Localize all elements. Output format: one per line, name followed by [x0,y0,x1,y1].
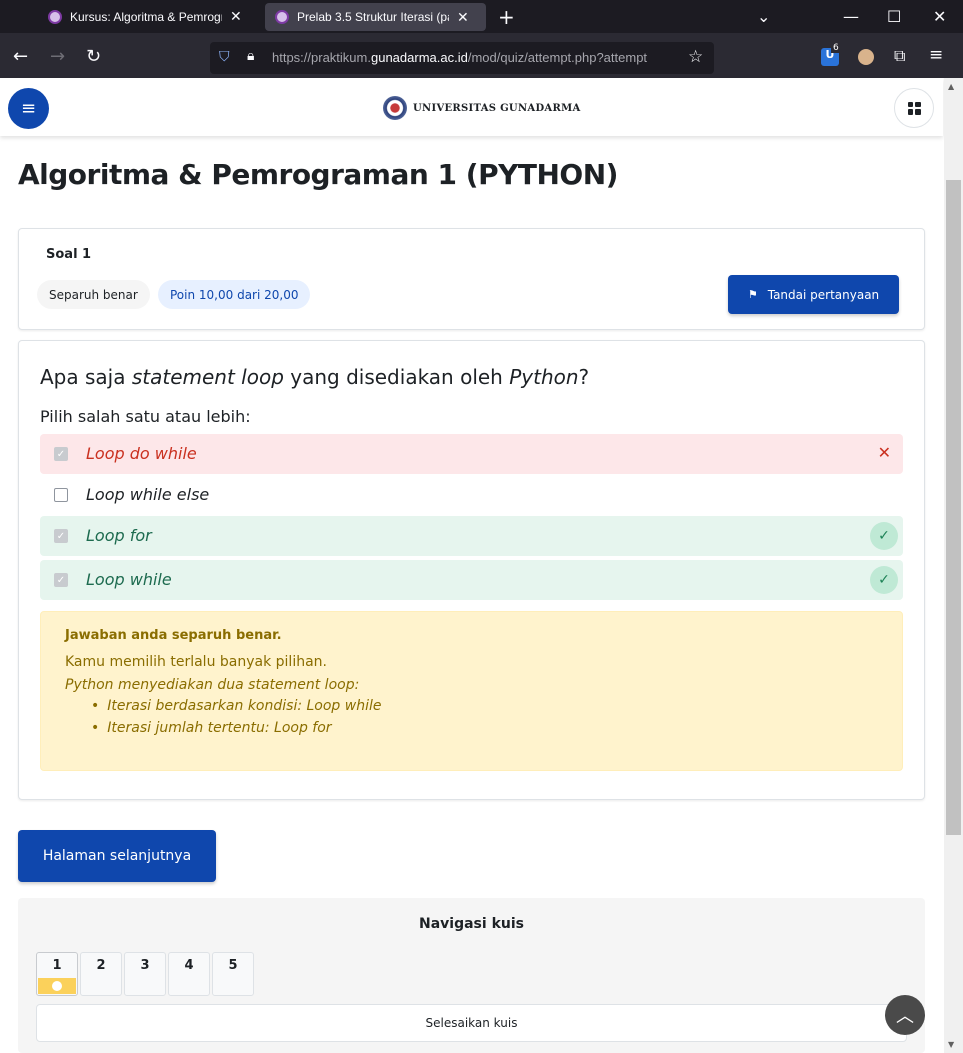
answer-checkbox[interactable] [54,488,68,502]
feedback-title: Jawaban anda separuh benar. [65,628,282,643]
tab-title: Prelab 3.5 Struktur Iterasi (page [297,10,449,24]
close-tab-icon[interactable]: ✕ [457,9,469,26]
blocks-drawer-icon[interactable] [894,88,934,128]
question-number: Soal 1 [46,247,92,262]
answer-label: Loop for [86,526,152,545]
close-tab-icon[interactable]: ✕ [230,8,242,25]
answer-label: Loop while [86,570,172,589]
feedback-list: Iterasi berdasarkan kondisi: Loop while … [91,698,381,742]
site-favicon-icon [48,9,62,24]
quiz-nav-question-3[interactable]: 3 [124,952,166,996]
correct-check-icon: ✓ [870,566,898,594]
feedback-line: Kamu memilih terlalu banyak pilihan. [65,654,327,670]
url-text[interactable]: https://praktikum.gunadarma.ac.id/mod/qu… [272,50,680,65]
extensions-puzzle-icon[interactable]: ⧉ [894,46,905,66]
site-logo[interactable]: UNIVERSITAS GUNADARMA [383,96,581,120]
quiz-nav-question-1[interactable]: 1 [36,952,78,996]
new-tab-icon[interactable]: + [498,5,515,29]
feedback-explanation: Python menyediakan dua statement loop: [65,677,360,693]
answer-option: ✓ Loop while ✓ [40,560,903,600]
flag-button-label: Tandai pertanyaan [767,287,880,302]
next-page-button[interactable]: Halaman selanjutnya [18,830,216,882]
answer-option: ✓ Loop for ✓ [40,516,903,556]
scroll-up-icon[interactable]: ▲ [948,82,954,91]
answer-label: Loop do while [86,444,197,463]
answer-option: Loop while else [40,475,903,515]
question-grade-badge: Poin 10,00 dari 20,00 [158,280,311,309]
question-state-badge: Separuh benar [37,280,150,309]
app-menu-icon[interactable]: ≡ [929,45,943,65]
forward-icon[interactable]: → [50,46,65,67]
university-seal-icon [383,96,407,120]
feedback-list-item: Iterasi berdasarkan kondisi: Loop while [91,698,381,720]
window-close-icon[interactable]: ✕ [933,0,946,33]
flag-icon: ⚑ [747,288,758,301]
browser-tab-quiz[interactable]: Prelab 3.5 Struktur Iterasi (page ✕ [265,3,486,31]
site-favicon-icon [275,10,289,24]
minimize-icon[interactable]: — [843,0,859,33]
question-content-card: Apa saja statement loop yang disediakan … [18,340,925,800]
question-info-card: Soal 1 Separuh benar Poin 10,00 dari 20,… [18,228,925,330]
answer-option: ✓ Loop do while ✕ [40,434,903,474]
answer-checkbox[interactable]: ✓ [54,529,68,543]
page-title: Algoritma & Pemrograman 1 (PYTHON) [18,158,618,191]
bookmark-star-icon[interactable]: ☆ [688,47,703,67]
finish-quiz-link[interactable]: Selesaikan kuis [36,1004,907,1042]
back-to-top-icon[interactable]: ︿ [885,995,925,1035]
quiz-nav-title: Navigasi kuis [419,916,524,932]
menu-toggle-icon[interactable]: ≡ [8,88,49,129]
extension-badge: 6 [831,43,841,53]
shield-icon[interactable]: ⛉ [219,49,230,65]
scrollbar-thumb[interactable] [946,180,961,835]
question-state-indicator [38,978,76,994]
incorrect-icon: ✕ [877,443,891,462]
reload-icon[interactable]: ↻ [86,46,101,67]
browser-tab-course[interactable]: Kursus: Algoritma & Pemrograman ✕ [38,0,260,33]
correct-check-icon: ✓ [870,522,898,550]
answer-checkbox[interactable]: ✓ [54,447,68,461]
extension-face-icon[interactable] [858,49,874,65]
quiz-navigation: Navigasi kuis 1 2 3 4 5 Selesaikan kuis [18,898,925,1053]
answer-label: Loop while else [86,485,210,504]
quiz-nav-question-2[interactable]: 2 [80,952,122,996]
tab-title: Kursus: Algoritma & Pemrograman [70,9,222,24]
answer-prompt: Pilih salah satu atau lebih: [40,407,251,426]
back-icon[interactable]: ← [13,46,28,67]
logo-text: UNIVERSITAS GUNADARMA [413,102,581,114]
flag-question-button[interactable]: ⚑ Tandai pertanyaan [728,275,899,314]
question-text: Apa saja statement loop yang disediakan … [40,365,590,389]
quiz-nav-question-4[interactable]: 4 [168,952,210,996]
browser-tab-bar: Kursus: Algoritma & Pemrograman ✕ Prelab… [0,0,963,33]
feedback-list-item: Iterasi jumlah tertentu: Loop for [91,720,381,742]
quiz-nav-question-5[interactable]: 5 [212,952,254,996]
answer-feedback: Jawaban anda separuh benar. Kamu memilih… [40,611,903,771]
list-tabs-icon[interactable]: ⌄ [757,0,770,33]
scroll-down-icon[interactable]: ▼ [948,1040,954,1049]
answer-checkbox[interactable]: ✓ [54,573,68,587]
site-header: ≡ UNIVERSITAS GUNADARMA [0,78,943,136]
url-bar[interactable]: ⛉ 🔒︎ https://praktikum.gunadarma.ac.id/m… [210,42,714,74]
lock-icon[interactable]: 🔒︎ [247,48,254,64]
maximize-icon[interactable]: ☐ [887,0,901,33]
